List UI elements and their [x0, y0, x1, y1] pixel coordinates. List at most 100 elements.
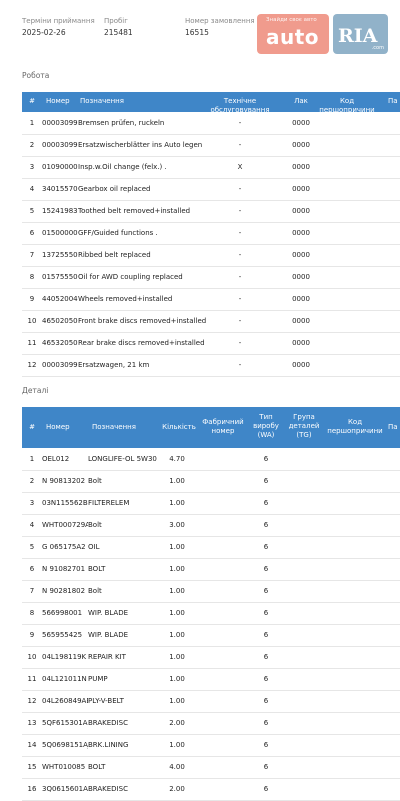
parts-table-row[interactable]: 1 OEL012 LONGLIFE-OL 5W30 4.70 6	[22, 448, 400, 471]
parts-row-number: OEL012	[42, 455, 70, 463]
parts-row-name: BOLT	[88, 565, 106, 573]
work-row-lak: 0000	[292, 207, 310, 215]
parts-table-row[interactable]: 13 5QF615301A BRAKEDISC 2.00 6	[22, 712, 400, 735]
parts-table-row[interactable]: 9 565955425 WIP. BLADE 1.00 6	[22, 624, 400, 647]
work-row-index: 12	[27, 361, 37, 369]
work-table-row[interactable]: 11 46532050 Rear brake discs removed+insta…	[22, 332, 400, 355]
work-section-title: Робота	[22, 71, 50, 80]
auto-logo-tagline: Знайди своє авто	[266, 17, 317, 23]
date-label: Терміни приймання	[22, 17, 95, 25]
parts-row-index: 16	[27, 785, 37, 793]
work-col-lak: Лак	[294, 97, 308, 105]
work-row-name: Ribbed belt replaced	[78, 251, 151, 259]
parts-col-quantity: Кількість	[162, 423, 196, 431]
parts-table-row[interactable]: 3 03N115562B FILTERELEM 1.00 6	[22, 492, 400, 515]
parts-row-index: 7	[29, 587, 35, 595]
parts-row-index: 10	[27, 653, 37, 661]
parts-row-type: 6	[263, 697, 269, 705]
work-row-number: 01575550	[42, 273, 78, 281]
parts-row-index: 11	[27, 675, 37, 683]
parts-row-quantity: 1.00	[169, 477, 185, 485]
work-row-service: -	[238, 229, 242, 237]
work-row-service: -	[238, 295, 242, 303]
work-row-number: 13725550	[42, 251, 78, 259]
work-table-row[interactable]: 9 44052004 Wheels removed+installed - 0000	[22, 288, 400, 311]
parts-row-name: PLY-V-BELT	[88, 697, 124, 705]
work-row-name: Insp.w.Oil change (felx.) .	[78, 163, 167, 171]
parts-row-index: 13	[27, 719, 37, 727]
parts-row-index: 3	[29, 499, 35, 507]
work-table-row[interactable]: 1 00003099 Bremsen prüfen, ruckeln - 0000	[22, 112, 400, 135]
parts-table-row[interactable]: 10 04L198119K REPAIR KIT 1.00 6	[22, 646, 400, 669]
work-row-number: 15241983	[42, 207, 78, 215]
parts-table-row[interactable]: 5 G 065175A2 OIL 1.00 6	[22, 536, 400, 559]
ria-logo-domain: .com	[371, 45, 384, 51]
work-row-index: 5	[29, 207, 35, 215]
parts-row-number: 04L198119K	[42, 653, 87, 661]
parts-row-name: BRAKEDISC	[88, 719, 128, 727]
parts-row-index: 8	[29, 609, 35, 617]
parts-table-row[interactable]: 15 WHT010085 BOLT 4.00 6	[22, 756, 400, 779]
work-row-lak: 0000	[292, 141, 310, 149]
parts-col-number: Номер	[46, 423, 70, 431]
work-row-service: -	[238, 361, 242, 369]
parts-row-name: Bolt	[88, 521, 102, 529]
parts-table-row[interactable]: 4 WHT000729A Bolt 3.00 6	[22, 514, 400, 537]
work-table-row[interactable]: 12 00003099 Ersatzwagen, 21 km - 0000	[22, 354, 400, 377]
work-table-row[interactable]: 5 15241983 Toothed belt removed+installed -…	[22, 200, 400, 223]
parts-table-row[interactable]: 12 04L260849AB PLY-V-BELT 1.00 6	[22, 690, 400, 713]
parts-table-row[interactable]: 14 5Q0698151AJ BRK.LINING 1.00 6	[22, 734, 400, 757]
work-row-index: 8	[29, 273, 35, 281]
work-table-row[interactable]: 10 46502050 Front brake discs removed+inst…	[22, 310, 400, 333]
work-col-pa: Па	[388, 97, 398, 105]
work-row-index: 11	[27, 339, 37, 347]
parts-row-name: PUMP	[88, 675, 108, 683]
order-block: Номер замовлення 16515	[185, 17, 255, 38]
parts-col-index: #	[29, 423, 35, 431]
parts-row-number: N 90281802	[42, 587, 86, 595]
work-row-number: 44052004	[42, 295, 78, 303]
parts-row-name: BRAKEDISC	[88, 785, 128, 793]
parts-table-row[interactable]: 8 566998001 WIP. BLADE 1.00 6	[22, 602, 400, 625]
parts-col-group: Група деталей (TG)	[288, 413, 320, 439]
parts-col-factory-number: Фабричний номер	[202, 418, 244, 435]
work-row-number: 46502050	[42, 317, 78, 325]
work-row-service: -	[238, 185, 242, 193]
work-row-lak: 0000	[292, 251, 310, 259]
parts-table-row[interactable]: 2 N 90813202 Bolt 1.00 6	[22, 470, 400, 493]
auto-logo: Знайди своє авто auto	[257, 14, 329, 54]
work-row-lak: 0000	[292, 295, 310, 303]
work-row-service: -	[238, 339, 242, 347]
work-table-row[interactable]: 3 01090000 Insp.w.Oil change (felx.) . X 000…	[22, 156, 400, 179]
work-row-number: 00003099	[42, 119, 78, 127]
work-row-name: Bremsen prüfen, ruckeln	[78, 119, 165, 127]
work-col-name: Позначення	[80, 97, 124, 105]
work-row-name: Ersatzwagen, 21 km	[78, 361, 150, 369]
work-table-row[interactable]: 2 00003099 Ersatzwischerblätter ins Auto l…	[22, 134, 400, 157]
parts-table-row[interactable]: 16 3Q0615601A BRAKEDISC 2.00 6	[22, 778, 400, 801]
parts-table-row[interactable]: 11 04L121011N PUMP 1.00 6	[22, 668, 400, 691]
parts-row-name: LONGLIFE-OL 5W30	[88, 455, 157, 463]
work-row-lak: 0000	[292, 273, 310, 281]
parts-row-index: 1	[29, 455, 35, 463]
work-row-service: -	[238, 251, 242, 259]
work-table-row[interactable]: 6 01500000 GFF/Guided functions . - 0000	[22, 222, 400, 245]
work-row-index: 7	[29, 251, 35, 259]
work-row-index: 6	[29, 229, 35, 237]
work-table-row[interactable]: 8 01575550 Oil for AWD coupling replaced - 0…	[22, 266, 400, 289]
parts-table-row[interactable]: 7 N 90281802 Bolt 1.00 6	[22, 580, 400, 603]
parts-row-quantity: 1.00	[169, 741, 185, 749]
parts-row-number: WHT010085	[42, 763, 86, 771]
parts-row-type: 6	[263, 741, 269, 749]
parts-row-number: N 91082701	[42, 565, 86, 573]
parts-section-title: Деталі	[22, 386, 49, 395]
work-row-index: 2	[29, 141, 35, 149]
parts-table-row[interactable]: 6 N 91082701 BOLT 1.00 6	[22, 558, 400, 581]
parts-row-type: 6	[263, 521, 269, 529]
work-row-name: GFF/Guided functions .	[78, 229, 158, 237]
parts-row-name: BRK.LINING	[88, 741, 129, 749]
work-table-row[interactable]: 7 13725550 Ribbed belt replaced - 0000	[22, 244, 400, 267]
work-table-row[interactable]: 4 34015570 Gearbox oil replaced - 0000	[22, 178, 400, 201]
work-col-index: #	[29, 97, 35, 105]
work-row-lak: 0000	[292, 185, 310, 193]
